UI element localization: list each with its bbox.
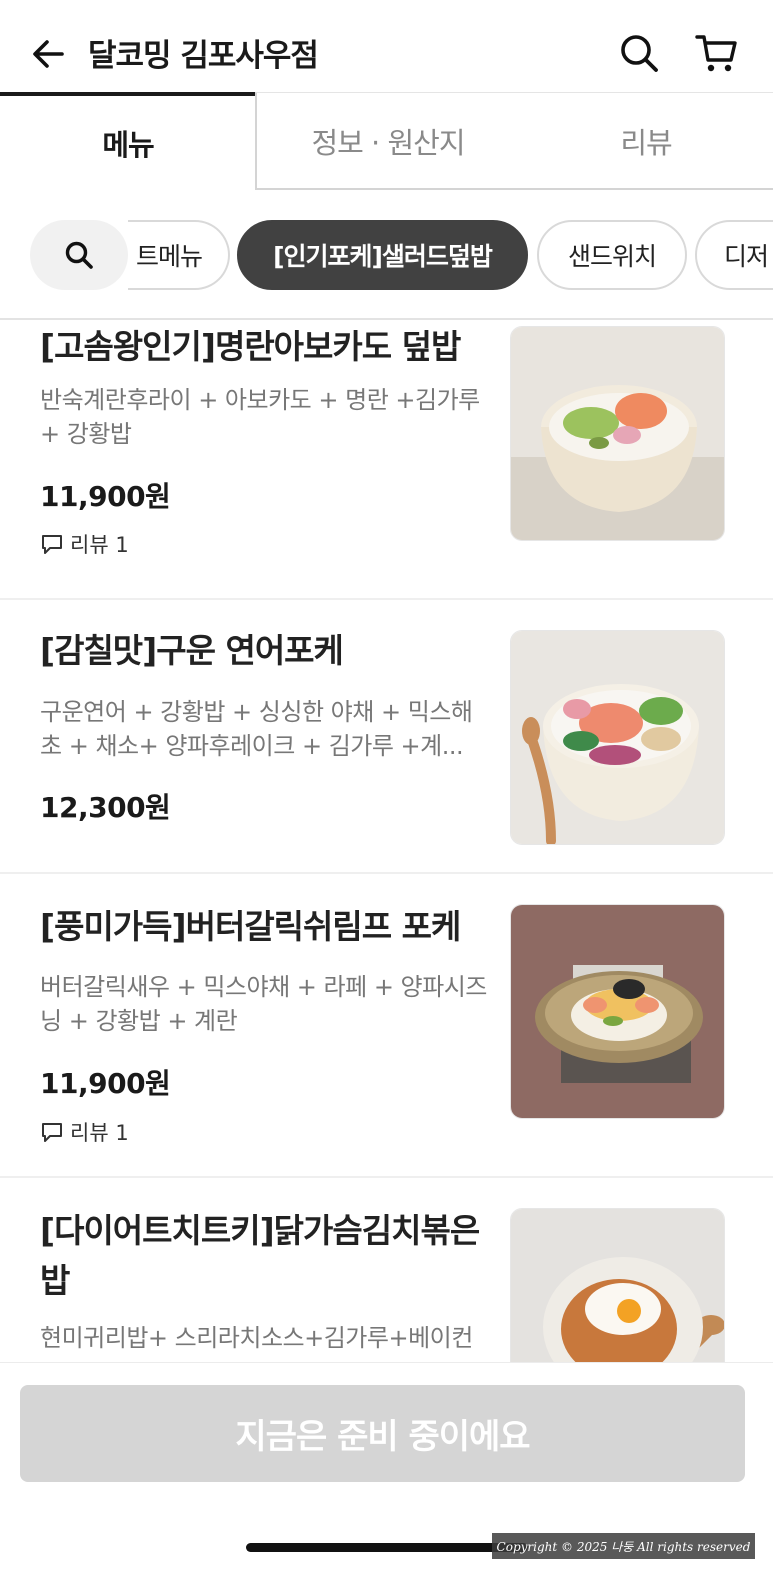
menu-item-review-count: 리뷰 1 [40,1117,129,1147]
category-chip-sandwich[interactable]: 샌드위치 [537,220,687,290]
bottom-order-bar: 지금은 준비 중이에요 Copyright © 2025 나둥 All righ… [0,1362,773,1586]
menu-item-photo [510,630,725,845]
back-button[interactable] [28,34,68,74]
speech-bubble-icon [42,1123,62,1142]
review-label: 리뷰 1 [70,533,129,557]
review-label: 리뷰 1 [70,1121,129,1145]
search-icon [621,35,658,72]
tab-review[interactable]: 리뷰 [519,92,773,190]
menu-item-description: 버터갈릭새우 + 믹스야채 + 라페 + 양파시즈닝 + 강황밥 + 계란 [40,973,487,1035]
menu-item-name: [풍미가득]버터갈릭쉬림프 포케 [40,907,461,946]
order-button-disabled[interactable]: 지금은 준비 중이에요 [20,1385,745,1482]
home-indicator [246,1543,528,1552]
store-menu-page: 달코밍 김포사우점 메뉴 정보 · 원산지 리뷰 트메뉴 [인기포케]샐러드덮밥… [0,0,773,1586]
category-chip-set-menu[interactable]: 트메뉴 [128,220,230,290]
menu-search-button[interactable] [30,220,128,290]
menu-item[interactable]: [감칠맛]구운 연어포케 구운연어 + 강황밥 + 싱싱한 야채 + 믹스해초 … [0,600,773,874]
menu-item-description: 반숙계란후라이 + 아보카도 + 명란 +김가루 + 강황밥 [40,386,480,448]
search-button[interactable] [618,32,660,74]
menu-item-photo [510,904,725,1119]
cart-button[interactable] [694,32,740,74]
tab-menu[interactable]: 메뉴 [0,92,256,190]
menu-item[interactable]: [다이어트치트키]닭가슴김치볶은밥 현미귀리밥+ 스리라치소스+김가루+베이컨 [0,1178,773,1362]
category-chip-dessert[interactable]: 디저 [695,220,773,290]
copyright-watermark: Copyright © 2025 나둥 All rights reserved [492,1533,755,1559]
speech-bubble-icon [42,535,62,554]
menu-item-photo [510,1208,725,1362]
menu-item[interactable]: [고솜왕인기]명란아보카도 덮밥 반숙계란후라이 + 아보카도 + 명란 +김가… [0,320,773,600]
menu-item-description: 현미귀리밥+ 스리라치소스+김가루+베이컨 [40,1324,473,1352]
arrow-left-icon [33,40,64,68]
category-chip-popular-poke[interactable]: [인기포케]샐러드덮밥 [237,220,528,290]
menu-item-photo [510,326,725,541]
cart-icon [695,35,737,72]
store-name: 달코밍 김포사우점 [88,38,319,74]
menu-item[interactable]: [풍미가득]버터갈릭쉬림프 포케 버터갈릭새우 + 믹스야채 + 라페 + 양파… [0,874,773,1178]
menu-item-review-count: 리뷰 1 [40,529,129,559]
search-icon [65,241,93,269]
app-header: 달코밍 김포사우점 [0,0,773,94]
tab-info-origin[interactable]: 정보 · 원산지 [255,92,519,190]
menu-item-name: [감칠맛]구운 연어포케 [40,631,344,670]
menu-list: [고솜왕인기]명란아보카도 덮밥 반숙계란후라이 + 아보카도 + 명란 +김가… [0,320,773,1362]
store-tabs: 메뉴 정보 · 원산지 리뷰 [0,92,773,190]
menu-item-name: [다이어트치트키]닭가슴김치볶은밥 [40,1211,480,1300]
menu-item-price: 11,900원 [40,480,171,513]
menu-item-price: 12,300원 [40,791,171,824]
menu-item-price: 11,900원 [40,1067,171,1100]
menu-item-description: 구운연어 + 강황밥 + 싱싱한 야채 + 믹스해초 + 채소+ 양파후레이크 … [40,698,473,760]
category-chip-bar: 트메뉴 [인기포케]샐러드덮밥 샌드위치 디저 [0,190,773,320]
menu-item-name: [고솜왕인기]명란아보카도 덮밥 [40,327,461,366]
